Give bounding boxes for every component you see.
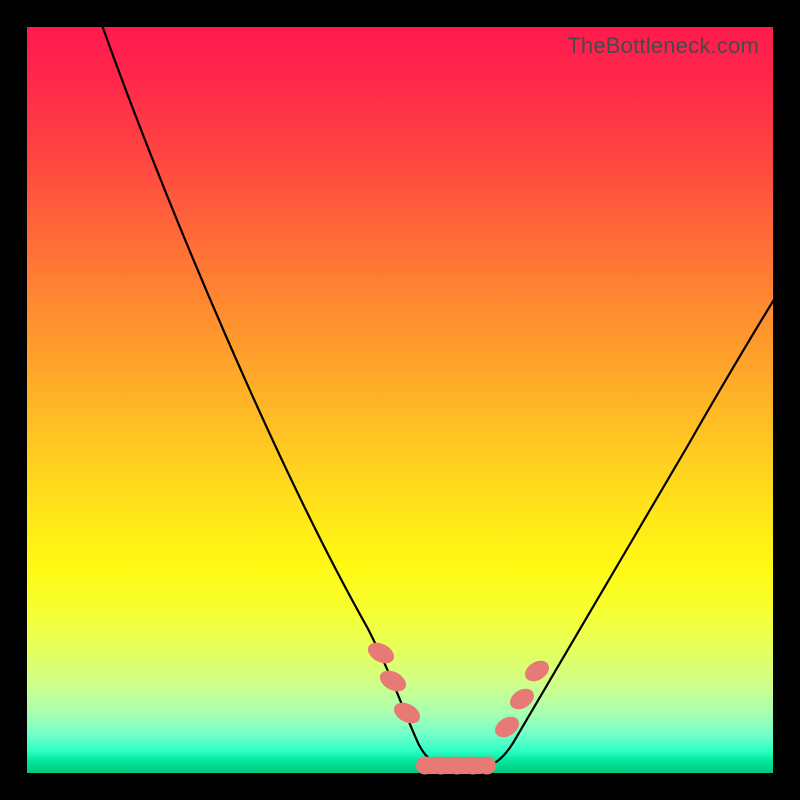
chart-frame: TheBottleneck.com (0, 0, 800, 800)
marker-dot (432, 757, 450, 775)
curve-path (99, 17, 783, 767)
marker-dot (491, 712, 523, 741)
marker-dot (521, 656, 553, 685)
marker-group-bottom (416, 757, 496, 775)
bottleneck-curve (27, 27, 773, 773)
marker-dot (448, 757, 466, 775)
marker-dot (390, 698, 423, 727)
marker-group-left (364, 638, 423, 727)
marker-dot (364, 638, 397, 667)
marker-dot (478, 757, 496, 775)
marker-dot (416, 757, 434, 775)
plot-area: TheBottleneck.com (27, 27, 773, 773)
marker-dot (376, 666, 409, 695)
